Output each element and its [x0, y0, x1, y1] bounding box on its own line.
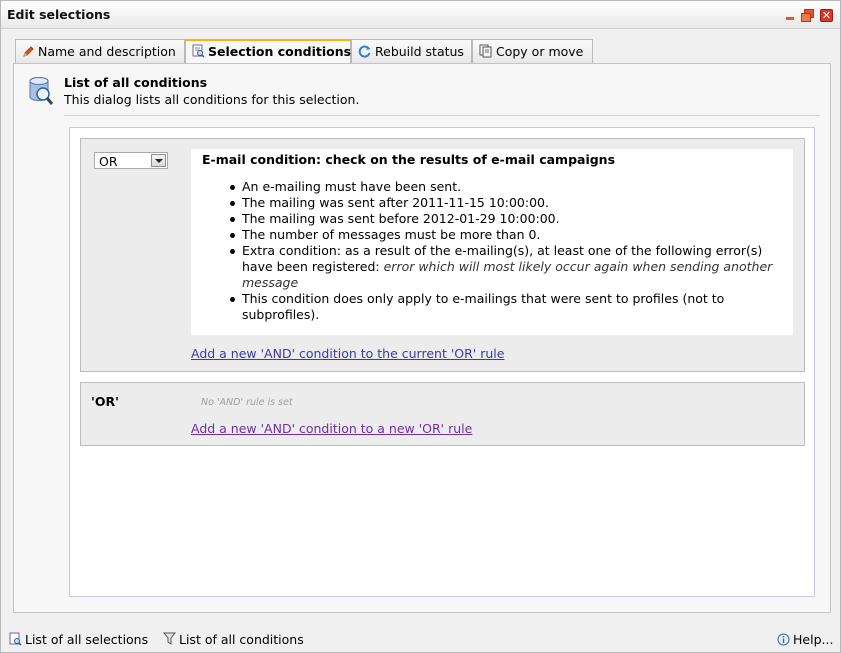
list-item: Extra condition: as a result of the e-ma… — [230, 243, 782, 291]
tab-label: Selection conditions — [208, 44, 352, 59]
list-of-all-selections-link[interactable]: List of all selections — [9, 632, 148, 649]
page-description: This dialog lists all conditions for thi… — [64, 92, 360, 107]
condition-list: An e-mailing must have been sent. The ma… — [230, 179, 782, 323]
selection-conditions-panel: List of all conditions This dialog lists… — [13, 63, 831, 613]
list-item: An e-mailing must have been sent. — [230, 179, 782, 195]
page-title: List of all conditions — [64, 75, 208, 90]
close-icon[interactable]: ✕ — [820, 9, 833, 22]
add-new-or-rule-link[interactable]: Add a new 'AND' condition to a new 'OR' … — [191, 421, 472, 436]
rule-operator-value: OR — [99, 154, 118, 169]
statusbar-label: List of all conditions — [179, 632, 304, 647]
condition-card: E-mail condition: check on the results o… — [191, 149, 793, 335]
tab-selection-conditions[interactable]: Selection conditions — [185, 39, 351, 64]
document-search-icon — [9, 632, 22, 649]
info-icon — [777, 633, 790, 649]
help-link[interactable]: Help... — [777, 632, 833, 649]
list-item: The mailing was sent after 2011-11-15 10… — [230, 195, 782, 211]
filter-icon — [162, 632, 177, 649]
tab-name-and-description[interactable]: Name and description — [15, 39, 185, 63]
new-or-rule: 'OR' No 'AND' rule is set Add a new 'AND… — [80, 382, 805, 446]
status-bar: List of all selections List of all condi… — [1, 625, 840, 653]
list-item: The mailing was sent before 2012-01-29 1… — [230, 211, 782, 227]
maximize-icon[interactable] — [801, 9, 814, 22]
or-label: 'OR' — [91, 394, 119, 409]
add-and-condition-link[interactable]: Add a new 'AND' condition to the current… — [191, 346, 504, 361]
tab-rebuild-status[interactable]: Rebuild status — [351, 39, 472, 63]
tab-label: Copy or move — [496, 44, 584, 59]
tab-copy-or-move[interactable]: Copy or move — [472, 39, 593, 63]
database-search-icon — [28, 76, 54, 106]
document-search-icon — [192, 44, 205, 61]
window-title: Edit selections — [7, 7, 111, 22]
chevron-down-icon[interactable] — [151, 154, 166, 167]
header-divider — [64, 115, 820, 116]
list-of-all-conditions-link[interactable]: List of all conditions — [162, 632, 304, 649]
conditions-container: OR E-mail condition: check on the result… — [69, 127, 815, 597]
or-rule: OR E-mail condition: check on the result… — [80, 138, 805, 372]
title-bar[interactable]: Edit selections ✕ — [1, 1, 840, 29]
rule-operator-select[interactable]: OR — [94, 152, 168, 169]
statusbar-label: List of all selections — [25, 632, 149, 647]
minimize-icon[interactable] — [784, 9, 797, 22]
pencil-icon — [22, 45, 35, 61]
list-item: This condition does only apply to e-mail… — [230, 291, 782, 323]
empty-rule-text: No 'AND' rule is set — [201, 397, 293, 408]
tab-label: Rebuild status — [375, 44, 464, 59]
condition-title: E-mail condition: check on the results o… — [202, 152, 616, 167]
statusbar-label: Help... — [793, 632, 834, 647]
edit-selections-window: Edit selections ✕ Name and description S… — [0, 0, 841, 653]
refresh-icon — [358, 44, 372, 61]
list-item: The number of messages must be more than… — [230, 227, 782, 243]
copy-icon — [479, 44, 493, 61]
tab-label: Name and description — [38, 44, 176, 59]
